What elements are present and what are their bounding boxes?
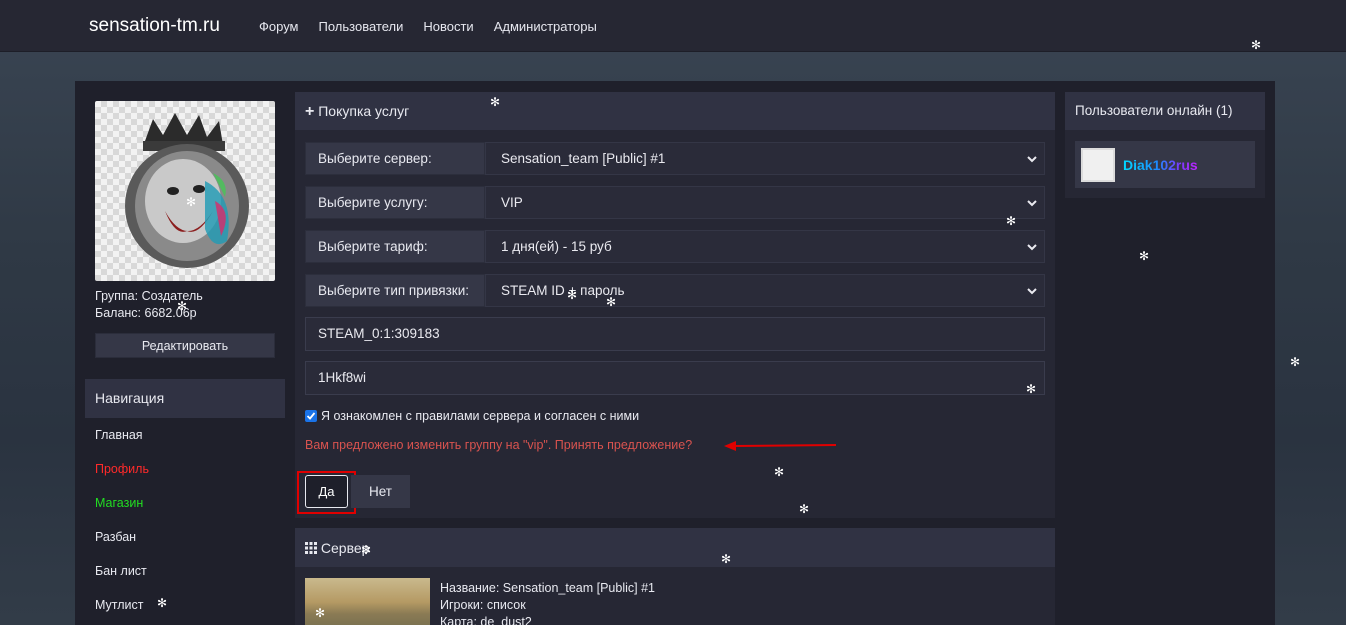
snowflake-icon: ✻ (1026, 382, 1037, 396)
snowflake-icon: ✻ (567, 288, 578, 302)
service-select-row: Выберите услугу: VIP (305, 186, 1045, 219)
chevron-down-icon (1027, 244, 1037, 251)
snowflake-icon: ✻ (721, 552, 732, 566)
nav-item-mutelist[interactable]: Мутлист (95, 598, 149, 625)
online-user-avatar (1081, 147, 1115, 182)
snowflake-icon: ✻ (1290, 355, 1301, 369)
service-select-value: VIP (501, 195, 523, 210)
binding-type-label: Выберите тип привязки: (305, 274, 485, 307)
purchase-title: Покупка услуг (318, 103, 410, 119)
steam-id-input[interactable]: STEAM_0:1:309183 (305, 317, 1045, 351)
yes-button[interactable]: Да (305, 475, 348, 508)
server-info: Название: Sensation_team [Public] #1 Игр… (440, 580, 655, 625)
nav-link-admins[interactable]: Администраторы (494, 19, 597, 34)
checkmark-icon (306, 412, 316, 420)
tariff-select-row: Выберите тариф: 1 дня(ей) - 15 руб (305, 230, 1045, 263)
snowflake-icon: ✻ (606, 295, 617, 309)
no-button[interactable]: Нет (351, 475, 410, 508)
nav-link-news[interactable]: Новости (423, 19, 473, 34)
edit-profile-button[interactable]: Редактировать (95, 333, 275, 358)
grid-icon (305, 542, 317, 554)
group-change-offer: Вам предложено изменить группу на "vip".… (305, 438, 693, 452)
plus-icon: + (305, 103, 315, 120)
nav-link-forum[interactable]: Форум (259, 19, 299, 34)
snowflake-icon: ✻ (774, 465, 785, 479)
server-panel-header: Сервер (295, 528, 1055, 567)
purchase-panel-header: + Покупка услуг (295, 92, 1055, 130)
chevron-down-icon (1027, 288, 1037, 295)
agree-label: Я ознакомлен с правилами сервера и согла… (321, 409, 640, 423)
online-users-title: Пользователи онлайн (1) (1065, 92, 1265, 130)
rules-agreement: Я ознакомлен с правилами сервера и согла… (305, 409, 639, 423)
server-name: Название: Sensation_team [Public] #1 (440, 581, 655, 595)
top-navbar: sensation-tm.ru Форум Пользователи Новос… (0, 0, 1346, 52)
nav-item-profile[interactable]: Профиль (95, 462, 149, 496)
binding-type-select-row: Выберите тип привязки: STEAM ID + пароль (305, 274, 1045, 307)
service-select-label: Выберите услугу: (305, 186, 485, 219)
snowflake-icon: ✻ (799, 502, 810, 516)
snowflake-icon: ✻ (1251, 38, 1262, 52)
service-select[interactable]: VIP (485, 186, 1045, 219)
server-select-value: Sensation_team [Public] #1 (501, 151, 666, 166)
tariff-select-value: 1 дня(ей) - 15 руб (501, 239, 612, 254)
nav-item-shop[interactable]: Магазин (95, 496, 149, 530)
server-select-label: Выберите сервер: (305, 142, 485, 175)
red-arrow-annotation-icon (724, 441, 837, 451)
snowflake-icon: ✻ (177, 299, 188, 313)
online-user-name[interactable]: Diak102rus (1123, 157, 1198, 173)
navigation-title: Навигация (85, 379, 285, 418)
server-select[interactable]: Sensation_team [Public] #1 (485, 142, 1045, 175)
server-players[interactable]: Игроки: список (440, 597, 655, 614)
password-input[interactable]: 1Hkf8wi (305, 361, 1045, 395)
lion-avatar-image (125, 113, 249, 268)
profile-avatar (95, 101, 275, 281)
site-brand[interactable]: sensation-tm.ru (89, 15, 220, 37)
agree-checkbox[interactable] (305, 410, 317, 422)
nav-item-banlist[interactable]: Бан лист (95, 564, 149, 598)
nav-link-users[interactable]: Пользователи (319, 19, 404, 34)
snowflake-icon: ✻ (1006, 214, 1017, 228)
server-select-row: Выберите сервер: Sensation_team [Public]… (305, 142, 1045, 175)
tariff-select[interactable]: 1 дня(ей) - 15 руб (485, 230, 1045, 263)
online-user-card[interactable]: Diak102rus (1075, 141, 1255, 188)
nav-item-unban[interactable]: Разбан (95, 530, 149, 564)
snowflake-icon: ✻ (490, 95, 501, 109)
tariff-select-label: Выберите тариф: (305, 230, 485, 263)
nav-item-home[interactable]: Главная (95, 428, 149, 462)
chevron-down-icon (1027, 200, 1037, 207)
snowflake-icon: ✻ (315, 606, 326, 620)
navigation-list: Главная Профиль Магазин Разбан Бан лист … (95, 428, 149, 625)
snowflake-icon: ✻ (157, 596, 168, 610)
chevron-down-icon (1027, 156, 1037, 163)
top-nav-menu: Форум Пользователи Новости Администратор… (259, 19, 597, 34)
server-map: Карта: de_dust2 (440, 615, 532, 625)
snowflake-icon: ✻ (186, 195, 197, 209)
snowflake-icon: ✻ (361, 543, 372, 557)
snowflake-icon: ✻ (1139, 249, 1150, 263)
